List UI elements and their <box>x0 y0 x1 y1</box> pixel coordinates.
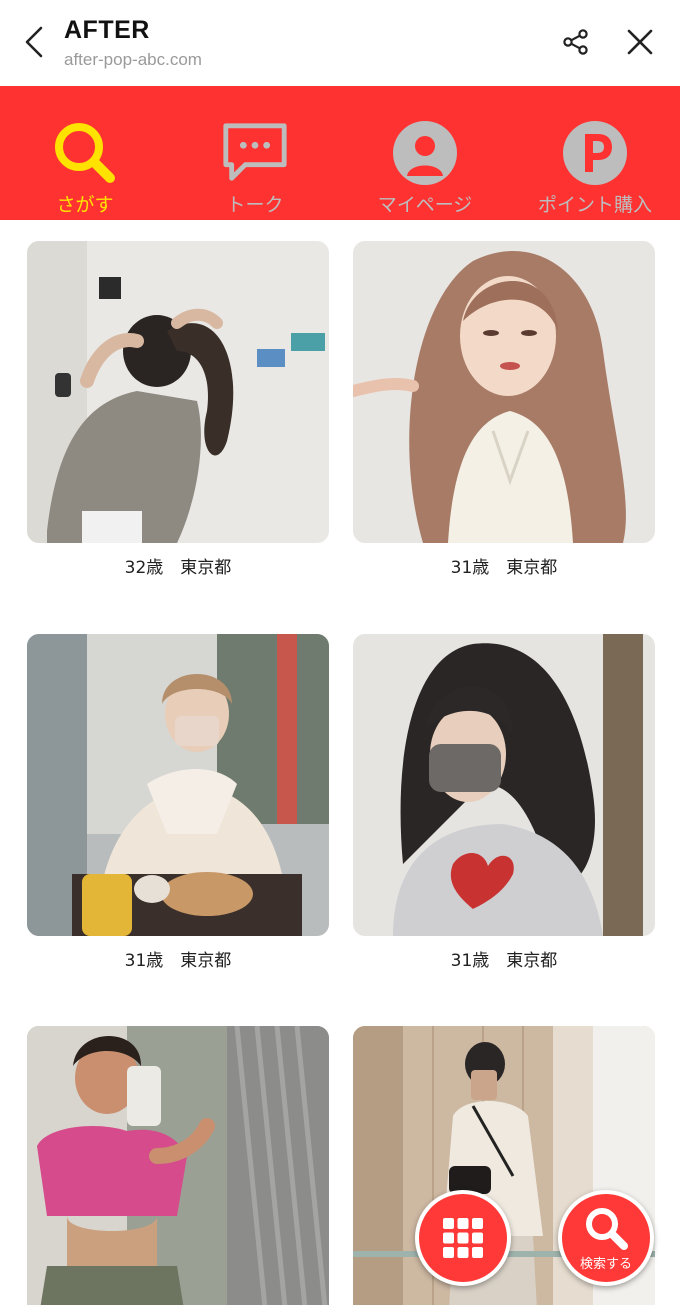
profile-caption: 31歳 東京都 <box>124 951 232 971</box>
share-icon <box>563 29 588 55</box>
nav-label-points: ポイント購入 <box>537 194 652 216</box>
chevron-left-icon <box>25 26 43 58</box>
nav-label-talk: トーク <box>226 194 284 216</box>
profile-card[interactable]: 32歳 東京都 <box>27 241 329 578</box>
profile-photo[interactable] <box>353 634 655 936</box>
profile-card[interactable]: 31歳 東京都 <box>353 241 655 578</box>
profile-card[interactable] <box>27 1026 329 1305</box>
profile-photo[interactable] <box>27 1026 329 1305</box>
nav-item-mypage[interactable]: マイページ <box>340 86 510 220</box>
grid-icon <box>443 1218 483 1258</box>
nav-label-mypage: マイページ <box>377 194 473 216</box>
grid-view-button[interactable] <box>415 1190 511 1286</box>
search-icon <box>50 118 120 188</box>
nav-item-talk[interactable]: トーク <box>170 86 340 220</box>
search-button[interactable]: 検索する <box>558 1190 654 1286</box>
page-url: after-pop-abc.com <box>64 50 202 69</box>
profile-caption: 32歳 東京都 <box>124 558 232 578</box>
close-icon <box>627 29 653 55</box>
point-icon <box>560 118 630 188</box>
back-button[interactable] <box>16 20 52 64</box>
nav-label-search: さがす <box>56 194 114 216</box>
profile-photo[interactable] <box>353 241 655 543</box>
search-icon <box>586 1207 628 1250</box>
profile-photo[interactable] <box>27 241 329 543</box>
search-button-label: 検索する <box>579 1256 632 1272</box>
profile-card[interactable]: 31歳 東京都 <box>353 634 655 971</box>
nav-item-points[interactable]: ポイント購入 <box>510 86 680 220</box>
close-button[interactable] <box>620 22 660 62</box>
profile-caption: 31歳 東京都 <box>450 951 558 971</box>
profile-caption: 31歳 東京都 <box>450 558 558 578</box>
browser-header: AFTER after-pop-abc.com <box>0 0 680 86</box>
share-button[interactable] <box>556 22 596 62</box>
profile-icon <box>390 118 460 188</box>
profile-photo[interactable] <box>27 634 329 936</box>
page-title: AFTER <box>64 16 150 44</box>
nav-item-search[interactable]: さがす <box>0 86 170 220</box>
main-nav: さがす トーク マイページ ポイント購入 <box>0 86 680 220</box>
chat-bubble-icon <box>220 118 290 188</box>
profile-card[interactable]: 31歳 東京都 <box>27 634 329 971</box>
app-root: AFTER after-pop-abc.com さがす トーク マイページ ポイ… <box>0 0 680 1305</box>
